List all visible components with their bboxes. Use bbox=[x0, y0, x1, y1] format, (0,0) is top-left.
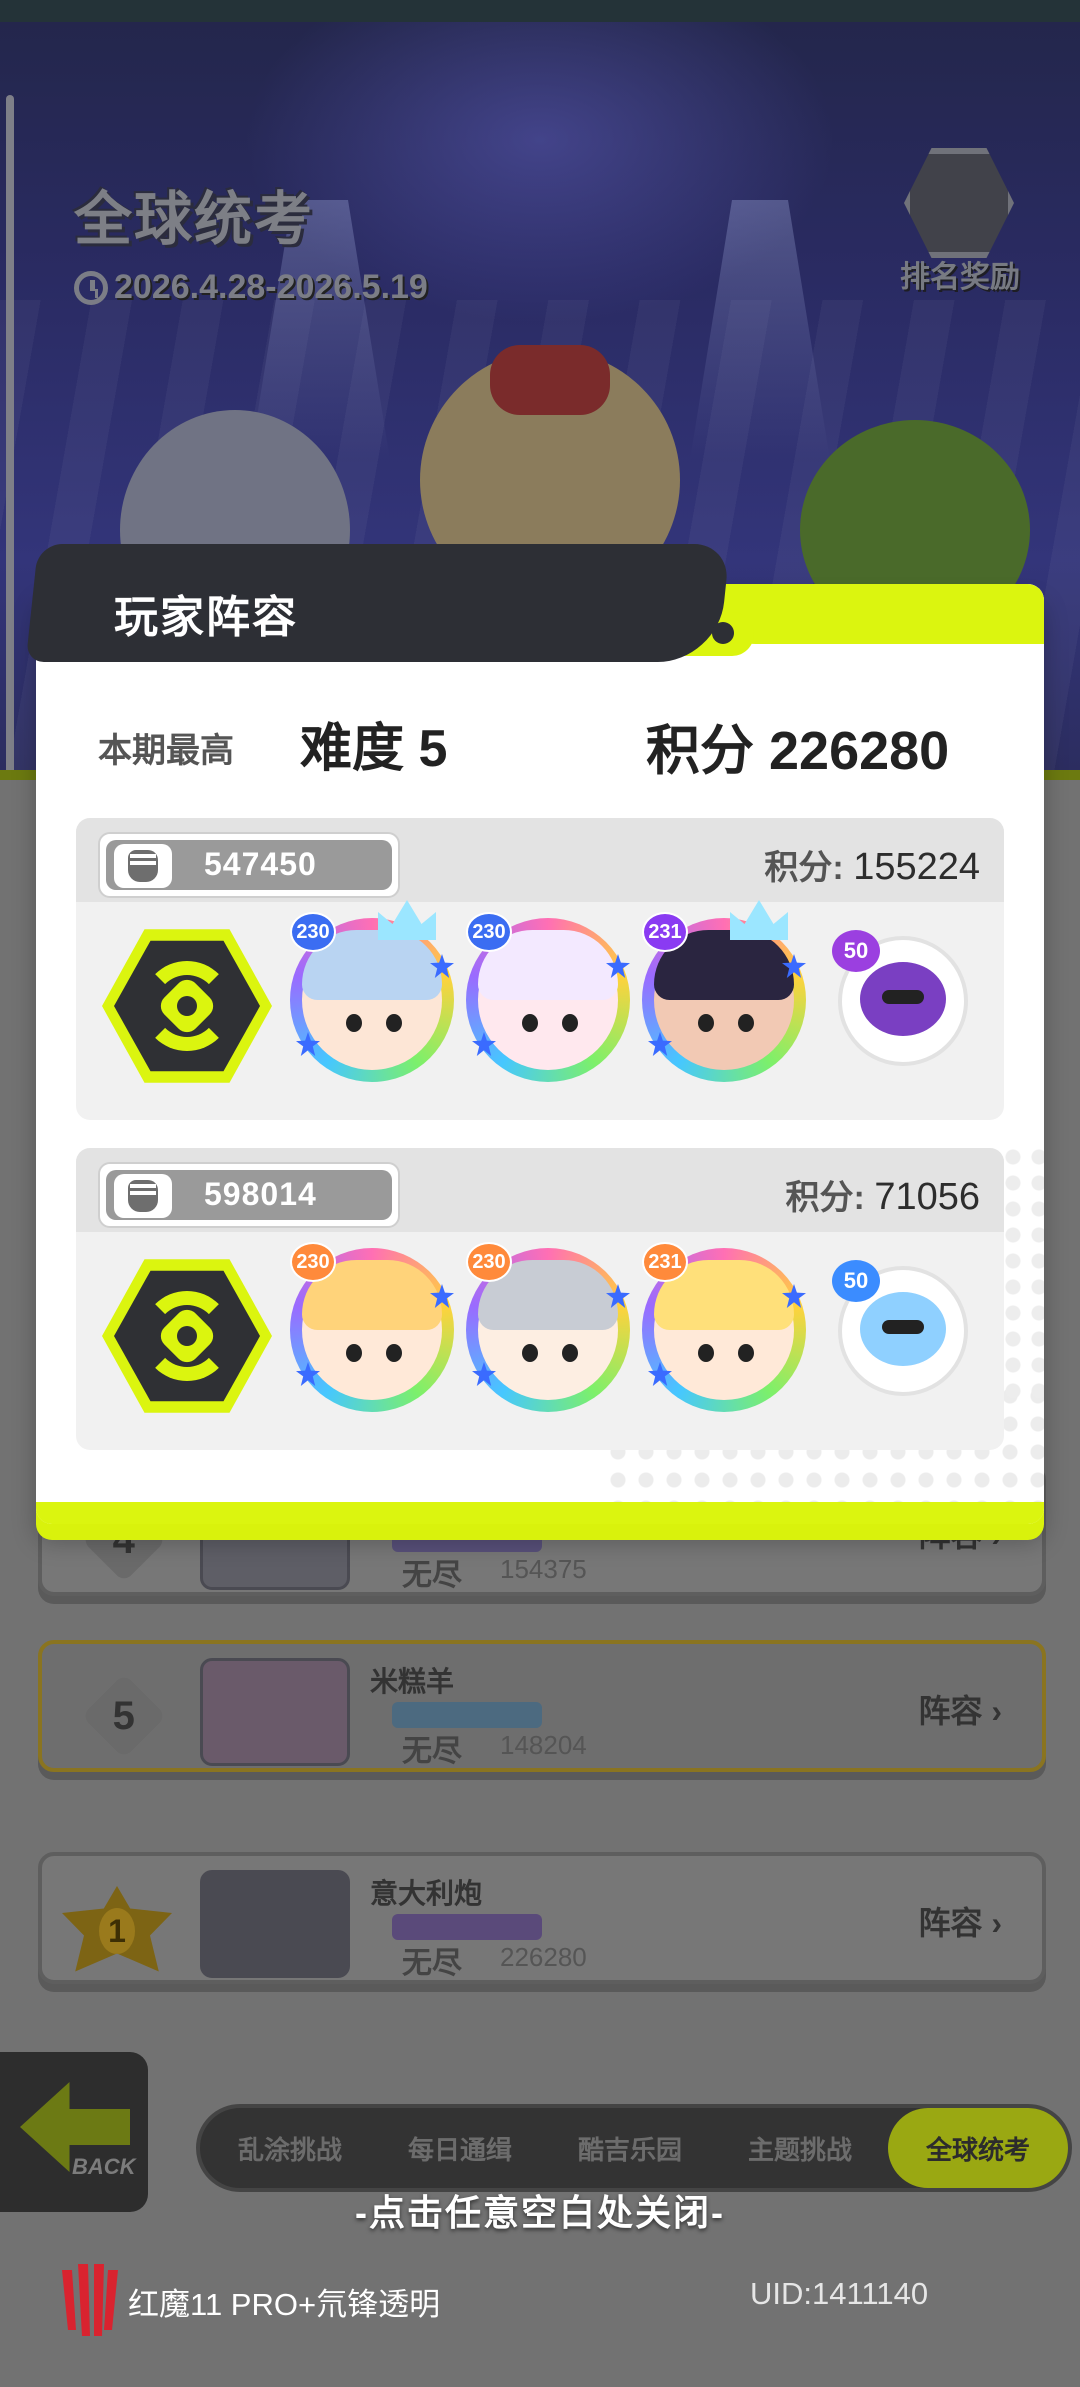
hero-level-badge: 231 bbox=[642, 912, 688, 952]
team-card: 547450 积分: 155224 230 230 231 50 bbox=[76, 818, 1004, 1120]
rank-mode: 无尽 bbox=[402, 1947, 462, 1980]
team-id-chip: 598014 bbox=[98, 1162, 400, 1228]
player-name: 意大利炮 bbox=[370, 1878, 483, 1909]
team-id: 547450 bbox=[204, 846, 317, 882]
event-title: 全球统考 bbox=[74, 187, 315, 252]
hero-level-badge: 230 bbox=[290, 912, 336, 952]
rank-score: 154375 bbox=[500, 1554, 587, 1584]
device-watermark: 红魔11 PRO+氘锋透明 bbox=[128, 2287, 441, 2322]
lineup-button[interactable]: 阵容 › bbox=[918, 1686, 1002, 1732]
rank-mode: 无尽 bbox=[402, 1559, 462, 1592]
hero-level-badge: 230 bbox=[466, 912, 512, 952]
rank-mode: 无尽 bbox=[402, 1735, 462, 1768]
team-leader-emblem-icon bbox=[102, 926, 272, 1086]
rank-number-badge: 5 bbox=[67, 1659, 180, 1772]
tab-kuji-park[interactable]: 酷吉乐园 bbox=[550, 2108, 710, 2188]
hero-avatar[interactable]: 230 bbox=[290, 1242, 454, 1412]
best-record-label: 本期最高 bbox=[98, 732, 234, 770]
player-name: 米糕羊 bbox=[370, 1666, 455, 1697]
pet-level-badge: 50 bbox=[832, 930, 880, 972]
player-title-tag bbox=[392, 1702, 542, 1728]
pet-avatar[interactable]: 50 bbox=[832, 930, 968, 1066]
hero-level-badge: 231 bbox=[642, 1242, 688, 1282]
mode-nav-bar: 乱涂挑战 每日通缉 酷吉乐园 主题挑战 全球统考 bbox=[196, 2104, 1072, 2192]
panel-title: 玩家阵容 bbox=[114, 593, 298, 642]
pet-avatar[interactable]: 50 bbox=[832, 1260, 968, 1396]
ranking-row[interactable]: 1 意大利炮 无尽 226280 阵容 › bbox=[38, 1852, 1046, 1984]
banner-bow bbox=[490, 345, 610, 415]
hero-level-badge: 230 bbox=[290, 1242, 336, 1282]
hero-avatar[interactable]: 231 bbox=[642, 900, 806, 1082]
fist-icon bbox=[114, 844, 172, 888]
hero-avatar[interactable]: 230 bbox=[466, 912, 630, 1082]
player-title-tag bbox=[392, 1526, 542, 1552]
event-date-text: 2026.4.28-2026.5.19 bbox=[114, 268, 428, 306]
hero-level-badge: 230 bbox=[466, 1242, 512, 1282]
event-date-range: 2026.4.28-2026.5.19 bbox=[74, 268, 428, 307]
rank-score: 226280 bbox=[500, 1942, 587, 1972]
team-score: 积分: 71056 bbox=[785, 1176, 980, 1218]
rank-reward-label: 排名奖励 bbox=[900, 261, 1020, 294]
panel-accent-top bbox=[716, 584, 1044, 644]
team-id: 598014 bbox=[204, 1176, 317, 1212]
close-hint[interactable]: -点击任意空白处关闭- bbox=[0, 2184, 1080, 2236]
header-dot bbox=[712, 622, 734, 644]
team-score: 积分: 155224 bbox=[764, 846, 980, 888]
rank-score: 148204 bbox=[500, 1730, 587, 1760]
team-id-chip: 547450 bbox=[98, 832, 400, 898]
clock-icon bbox=[74, 270, 108, 305]
fist-icon bbox=[114, 1174, 172, 1218]
tab-global-exam[interactable]: 全球统考 bbox=[888, 2108, 1068, 2188]
panel-accent-bottom bbox=[36, 1502, 1044, 1524]
tab-theme-challenge[interactable]: 主题挑战 bbox=[720, 2108, 880, 2188]
team-leader-emblem-icon bbox=[102, 1256, 272, 1416]
reward-icon bbox=[904, 148, 1014, 258]
rank-medal-icon: 1 bbox=[62, 1886, 172, 1972]
crown-icon bbox=[378, 900, 436, 940]
rank-reward-button[interactable]: 排名奖励 bbox=[890, 148, 1030, 298]
crown-icon bbox=[730, 900, 788, 940]
back-label: BACK bbox=[72, 2154, 136, 2179]
tab-graffiti-challenge[interactable]: 乱涂挑战 bbox=[210, 2108, 370, 2188]
hero-avatar[interactable]: 231 bbox=[642, 1242, 806, 1412]
player-avatar bbox=[200, 1658, 350, 1766]
device-logo-icon bbox=[62, 2264, 118, 2336]
best-score: 积分 226280 bbox=[646, 721, 950, 781]
team-card: 598014 积分: 71056 230 230 231 50 bbox=[76, 1148, 1004, 1450]
scroll-indicator bbox=[6, 95, 14, 775]
ranking-row[interactable]: 5 米糕羊 无尽 148204 阵容 › bbox=[38, 1640, 1046, 1772]
hero-avatar[interactable]: 230 bbox=[290, 900, 454, 1082]
best-difficulty: 难度 5 bbox=[300, 720, 448, 778]
lineup-button[interactable]: 阵容 › bbox=[918, 1898, 1002, 1944]
hero-avatar[interactable]: 230 bbox=[466, 1242, 630, 1412]
player-title-tag bbox=[392, 1914, 542, 1940]
user-id: UID:1411140 bbox=[750, 2276, 929, 2311]
tab-daily-wanted[interactable]: 每日通缉 bbox=[380, 2108, 540, 2188]
pet-level-badge: 50 bbox=[832, 1260, 880, 1302]
player-avatar bbox=[200, 1870, 350, 1978]
status-bar-area bbox=[0, 0, 1080, 22]
